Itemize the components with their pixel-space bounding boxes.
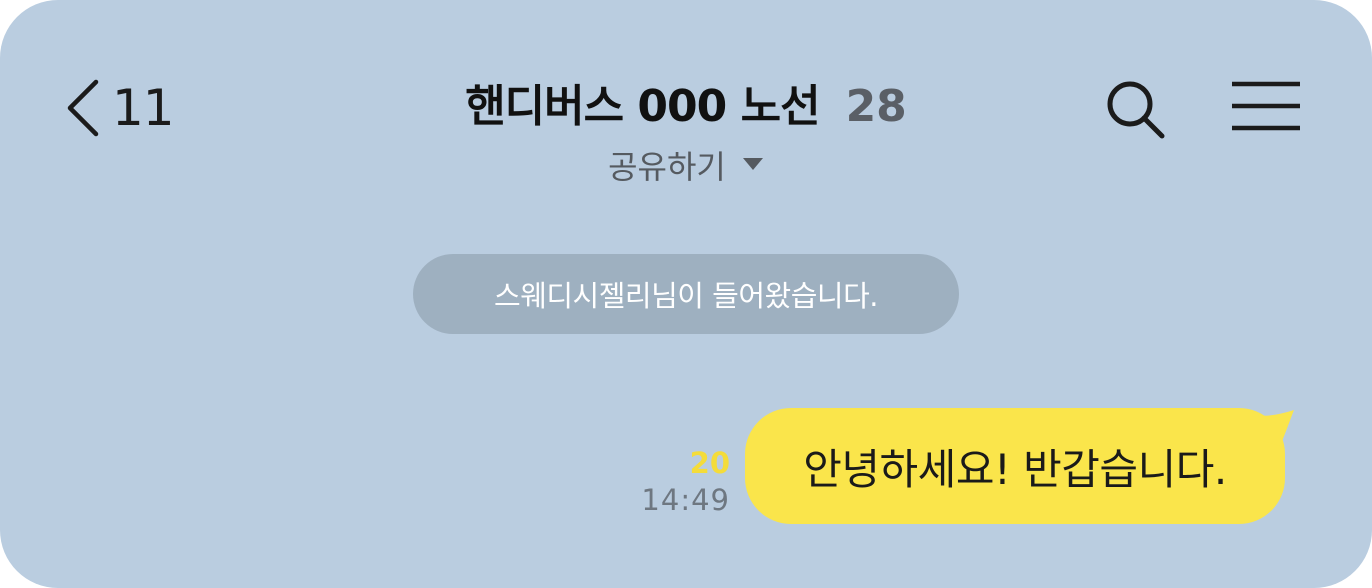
search-button[interactable] [1104,78,1168,146]
message-bubble[interactable]: 안녕하세요! 반갑습니다. [745,408,1285,524]
unread-count: 20 [689,446,730,480]
message-time: 14:49 [641,483,730,517]
hamburger-menu-icon [1232,81,1300,138]
chat-room-window: 11 핸디버스 000 노선 28 공유하기 스웨디시젤리님이 들어왔습니다. … [0,0,1372,588]
message-meta: 20 14:49 [641,446,730,520]
title-line: 핸디버스 000 노선 28 [465,70,907,134]
chat-title: 핸디버스 000 노선 [465,81,820,132]
system-notice: 스웨디시젤리님이 들어왔습니다. [413,254,959,334]
caret-down-icon [742,156,764,175]
bubble-tail [1260,410,1296,454]
share-button[interactable]: 공유하기 [608,142,764,188]
share-label: 공유하기 [608,148,726,186]
member-count: 28 [845,81,907,132]
search-icon [1104,81,1168,146]
menu-button[interactable] [1232,80,1300,138]
message-text: 안녕하세요! 반갑습니다. [803,444,1227,494]
